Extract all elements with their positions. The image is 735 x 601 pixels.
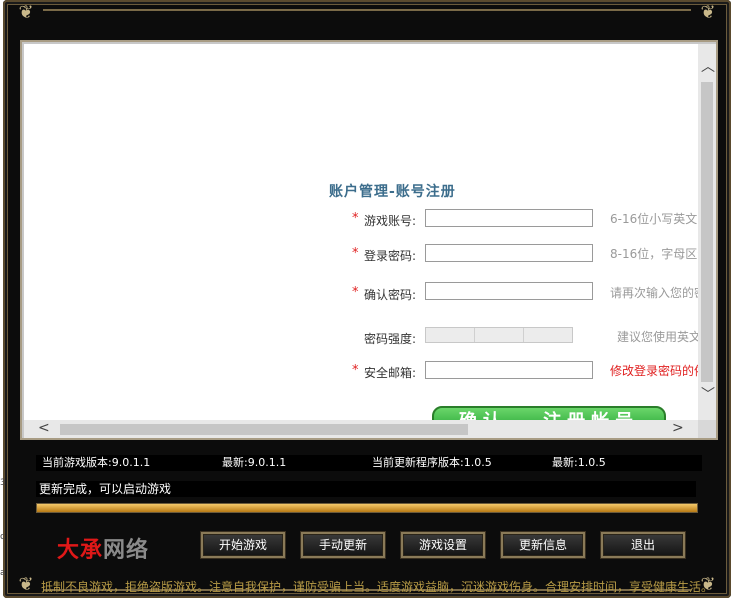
password-row: * 登录密码: 8-16位，字母区分 bbox=[24, 244, 700, 266]
password-label: 登录密码: bbox=[364, 249, 417, 263]
required-mark: * bbox=[352, 363, 359, 378]
logo-text-red: 大承 bbox=[57, 538, 104, 563]
update-info-button[interactable]: 更新信息 bbox=[501, 532, 585, 558]
chevron-up-icon[interactable]: ︿ bbox=[701, 60, 715, 74]
progress-fill bbox=[37, 504, 697, 512]
required-mark: * bbox=[352, 211, 359, 226]
email-label: 安全邮箱: bbox=[364, 366, 417, 380]
strength-hint: 建议您使用英文 bbox=[617, 330, 700, 344]
chevron-right-icon[interactable]: > bbox=[672, 421, 684, 435]
latest-game-version: 最新:9.0.1.1 bbox=[222, 456, 287, 469]
register-submit-button[interactable]: 确认 ，注册帐号 bbox=[432, 406, 666, 420]
confirm-hint: 请再次输入您的密 bbox=[610, 286, 700, 300]
updater-version: 当前更新程序版本:1.0.5 bbox=[372, 456, 492, 469]
password-strength-meter bbox=[425, 327, 573, 343]
game-settings-button[interactable]: 游戏设置 bbox=[401, 532, 485, 558]
vertical-scroll-thumb[interactable] bbox=[701, 82, 713, 382]
email-input[interactable] bbox=[425, 361, 593, 379]
required-mark: * bbox=[352, 246, 359, 261]
side-letter: c bbox=[0, 532, 5, 542]
side-letter: 3 bbox=[0, 478, 6, 488]
vertical-scrollbar[interactable]: ︿ ﹀ bbox=[698, 44, 716, 420]
account-label: 游戏账号: bbox=[364, 214, 417, 228]
start-game-button[interactable]: 开始游戏 bbox=[201, 532, 285, 558]
confirm-password-input[interactable] bbox=[425, 282, 593, 300]
strength-segment bbox=[524, 328, 572, 342]
latest-updater-version: 最新:1.0.5 bbox=[552, 456, 606, 469]
browser-content: 账户管理-账号注册 * 游戏账号: 6-16位小写英文字 * 登录密码: 8-1… bbox=[24, 44, 700, 420]
logo-text-gray: 网络 bbox=[103, 538, 150, 563]
horizontal-scroll-thumb[interactable] bbox=[60, 424, 468, 435]
email-row: * 安全邮箱: 修改登录密码的依 bbox=[24, 359, 700, 381]
frame-top-line bbox=[43, 9, 691, 11]
password-hint: 8-16位，字母区分 bbox=[610, 247, 700, 261]
ornament-icon: ❦ bbox=[700, 2, 716, 23]
version-info-bar: 当前游戏版本:9.0.1.1 最新:9.0.1.1 当前更新程序版本:1.0.5… bbox=[36, 455, 702, 471]
exit-button[interactable]: 退出 bbox=[601, 532, 685, 558]
chevron-down-icon[interactable]: ﹀ bbox=[701, 388, 715, 402]
account-row: * 游戏账号: 6-16位小写英文字 bbox=[24, 209, 700, 231]
confirm-label: 确认密码: bbox=[364, 288, 417, 302]
ornament-icon: ❦ bbox=[18, 574, 34, 595]
strength-segment bbox=[426, 328, 475, 342]
embedded-browser: 账户管理-账号注册 * 游戏账号: 6-16位小写英文字 * 登录密码: 8-1… bbox=[20, 40, 718, 440]
brand-logo: 大承网络 bbox=[57, 532, 149, 564]
account-hint: 6-16位小写英文字 bbox=[610, 212, 700, 226]
email-hint: 修改登录密码的依 bbox=[610, 364, 700, 378]
account-input[interactable] bbox=[425, 209, 593, 227]
password-input[interactable] bbox=[425, 244, 593, 262]
status-text: 更新完成，可以启动游戏 bbox=[36, 481, 696, 497]
confirm-row: * 确认密码: 请再次输入您的密 bbox=[24, 282, 700, 304]
side-letter: a bbox=[0, 568, 6, 578]
horizontal-scrollbar[interactable]: < > bbox=[24, 420, 700, 438]
required-mark: * bbox=[352, 285, 359, 300]
health-notice: 抵制不良游戏，拒绝盗版游戏。注意自我保护，谨防受骗上当。适度游戏益脑，沉迷游戏伤… bbox=[41, 580, 714, 594]
strength-segment bbox=[475, 328, 524, 342]
ornament-icon: ❦ bbox=[18, 2, 34, 23]
form-title: 账户管理-账号注册 bbox=[329, 184, 456, 200]
scroll-corner bbox=[698, 420, 716, 438]
manual-update-button[interactable]: 手动更新 bbox=[301, 532, 385, 558]
strength-row: 密码强度: 建议您使用英文 bbox=[24, 327, 700, 349]
update-progress-bar bbox=[36, 503, 698, 513]
strength-label: 密码强度: bbox=[364, 332, 417, 346]
chevron-left-icon[interactable]: < bbox=[38, 421, 50, 435]
game-version: 当前游戏版本:9.0.1.1 bbox=[42, 456, 151, 469]
